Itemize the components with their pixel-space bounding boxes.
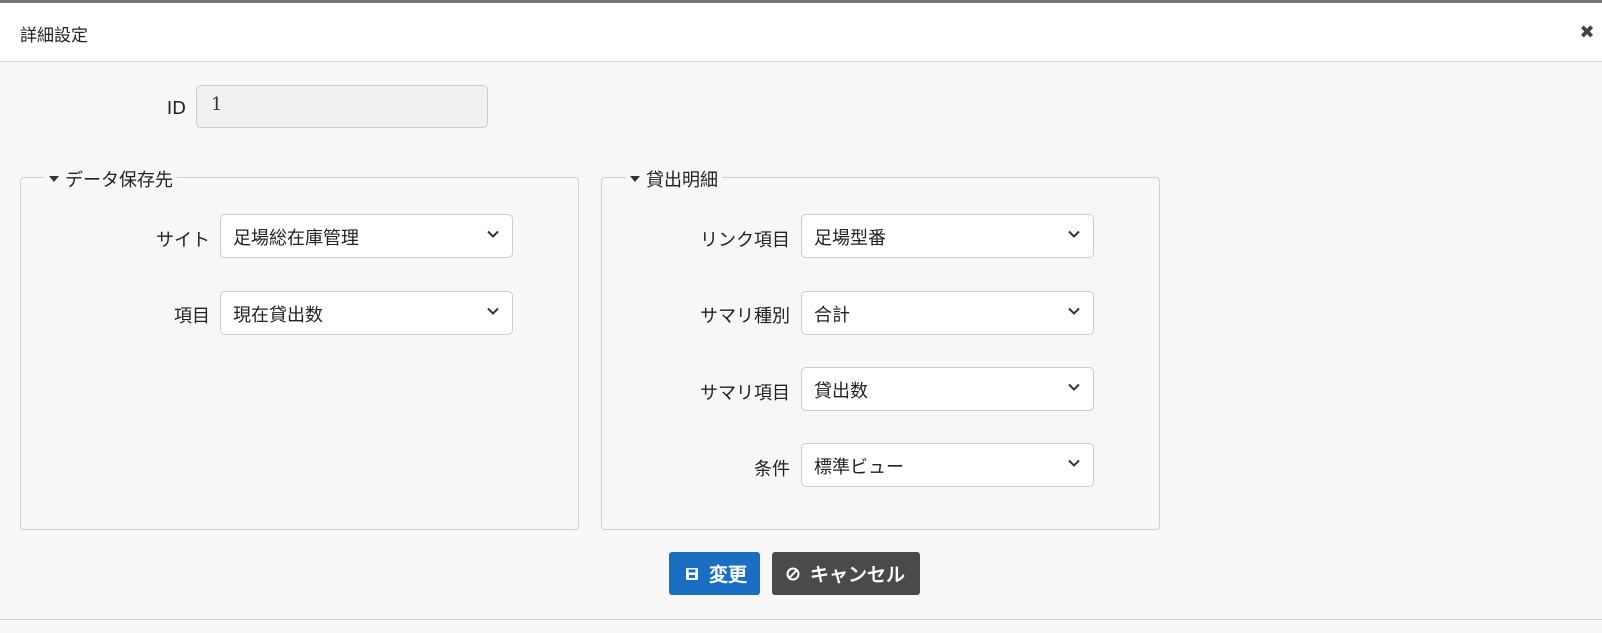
item-label: 項目	[174, 306, 210, 327]
site-label: サイト	[156, 230, 210, 251]
save-button-label: 変更	[709, 564, 748, 586]
close-icon: ✖	[1579, 21, 1595, 43]
chevron-down-icon	[1068, 383, 1080, 391]
id-field: 1	[196, 85, 488, 128]
condition-select-value: 標準ビュー	[814, 457, 904, 478]
summary-item-label: サマリ項目	[700, 383, 790, 404]
summary-type-label: サマリ種別	[700, 306, 790, 327]
chevron-down-icon	[1068, 459, 1080, 467]
item-select[interactable]: 現在貸出数	[220, 291, 513, 335]
loan-detail-legend[interactable]: 貸出明細	[626, 166, 722, 192]
item-select-value: 現在貸出数	[233, 305, 323, 326]
summary-item-select-value: 貸出数	[814, 381, 868, 402]
site-select-value: 足場総在庫管理	[233, 228, 359, 249]
save-icon	[686, 567, 698, 580]
chevron-down-icon	[1068, 307, 1080, 315]
summary-type-select[interactable]: 合計	[801, 291, 1094, 335]
link-item-select[interactable]: 足場型番	[801, 214, 1094, 258]
link-item-select-value: 足場型番	[814, 228, 886, 249]
save-button[interactable]: 変更	[669, 552, 760, 595]
chevron-down-icon	[487, 230, 499, 238]
site-select[interactable]: 足場総在庫管理	[220, 214, 513, 258]
data-store-legend-label: データ保存先	[65, 170, 173, 191]
link-item-label: リンク項目	[700, 230, 790, 251]
chevron-down-icon	[1068, 230, 1080, 238]
ban-icon	[786, 567, 800, 580]
condition-label: 条件	[754, 459, 790, 480]
chevron-down-icon	[487, 307, 499, 315]
cancel-button[interactable]: キャンセル	[772, 552, 920, 595]
summary-type-select-value: 合計	[814, 305, 850, 326]
caret-down-icon	[49, 176, 59, 182]
loan-detail-legend-label: 貸出明細	[646, 170, 718, 191]
caret-down-icon	[630, 176, 640, 182]
condition-select[interactable]: 標準ビュー	[801, 443, 1094, 487]
dialog-header: 詳細設定 ✖	[0, 3, 1602, 62]
footer-divider	[0, 619, 1602, 620]
data-store-legend[interactable]: データ保存先	[45, 166, 177, 192]
id-label: ID	[166, 98, 186, 119]
summary-item-select[interactable]: 貸出数	[801, 367, 1094, 411]
cancel-button-label: キャンセル	[810, 564, 906, 586]
close-button[interactable]: ✖	[1578, 21, 1596, 43]
dialog-title: 詳細設定	[20, 26, 88, 46]
